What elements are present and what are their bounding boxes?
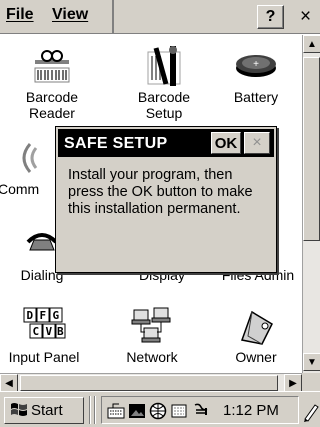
taskbar-separator: [94, 396, 96, 424]
menu-group: File View: [0, 0, 114, 34]
svg-text:F: F: [40, 309, 47, 322]
scroll-down-icon[interactable]: ▼: [303, 353, 320, 371]
horizontal-scrollbar[interactable]: ◀ ▶: [0, 373, 302, 392]
menu-bar: File View ? ×: [0, 0, 320, 34]
scroll-right-icon[interactable]: ▶: [284, 374, 302, 392]
barcode-reader-icon: [2, 43, 102, 89]
menu-view[interactable]: View: [52, 6, 88, 24]
barcode-reader-item[interactable]: Barcode Reader: [2, 43, 102, 121]
network-item[interactable]: Network: [102, 303, 202, 365]
vertical-scroll-thumb[interactable]: [303, 57, 320, 241]
svg-text:G: G: [53, 309, 60, 322]
owner-label: Owner: [235, 349, 277, 365]
scroll-up-icon[interactable]: ▲: [303, 35, 320, 53]
horizontal-scroll-thumb[interactable]: [20, 375, 278, 391]
close-button[interactable]: ×: [292, 5, 319, 29]
network-tray-icon[interactable]: [149, 402, 167, 420]
scroll-left-icon[interactable]: ◀: [0, 374, 18, 392]
input-tray-icon[interactable]: [170, 402, 188, 420]
start-label: Start: [31, 402, 63, 419]
windows-flag-icon: [10, 401, 28, 421]
svg-text:D: D: [27, 309, 34, 322]
power-icon[interactable]: [192, 402, 210, 420]
keyboard-icon: D F G C V B: [0, 303, 94, 349]
dialog-title: SAFE SETUP: [64, 135, 168, 152]
barcode-setup-label: Barcode Setup: [137, 89, 191, 121]
svg-text:B: B: [57, 325, 64, 338]
svg-text:C: C: [33, 325, 40, 338]
tools-icon: [114, 43, 214, 89]
display-tray-icon[interactable]: [128, 402, 146, 420]
clock[interactable]: 1:12 PM: [223, 402, 279, 419]
input-panel-item[interactable]: D F G C V B Input Panel: [0, 303, 94, 365]
dialog-close-button[interactable]: ×: [244, 132, 270, 154]
battery-icon: +: [206, 43, 302, 89]
owner-icon: [206, 303, 302, 349]
ok-button[interactable]: OK: [211, 132, 241, 154]
owner-item[interactable]: Owner: [206, 303, 302, 365]
dialog-message: Install your program, then press the OK …: [68, 167, 253, 217]
pen-icon[interactable]: [301, 397, 319, 424]
keyboard-tray-icon[interactable]: [107, 402, 125, 420]
battery-item[interactable]: + Battery: [206, 43, 302, 105]
svg-text:+: +: [253, 59, 259, 70]
vertical-scrollbar[interactable]: ▲ ▼: [302, 35, 320, 373]
taskbar-separator: [89, 396, 91, 424]
taskbar: Start 1:12 PM: [0, 391, 320, 427]
svg-text:V: V: [46, 325, 53, 338]
network-icon: [102, 303, 202, 349]
system-tray: 1:12 PM: [101, 396, 299, 424]
dialog-title-bar: SAFE SETUP OK ×: [58, 129, 274, 157]
battery-label: Battery: [233, 89, 279, 105]
menu-file[interactable]: File: [6, 6, 34, 24]
input-panel-label: Input Panel: [8, 349, 80, 365]
safe-setup-dialog: SAFE SETUP OK × Install your program, th…: [55, 126, 277, 273]
scroll-corner: [302, 373, 320, 391]
barcode-reader-label: Barcode Reader: [25, 89, 79, 121]
help-button[interactable]: ?: [257, 5, 284, 29]
start-button[interactable]: Start: [4, 397, 84, 424]
network-label: Network: [126, 349, 178, 365]
barcode-setup-item[interactable]: Barcode Setup: [114, 43, 214, 121]
